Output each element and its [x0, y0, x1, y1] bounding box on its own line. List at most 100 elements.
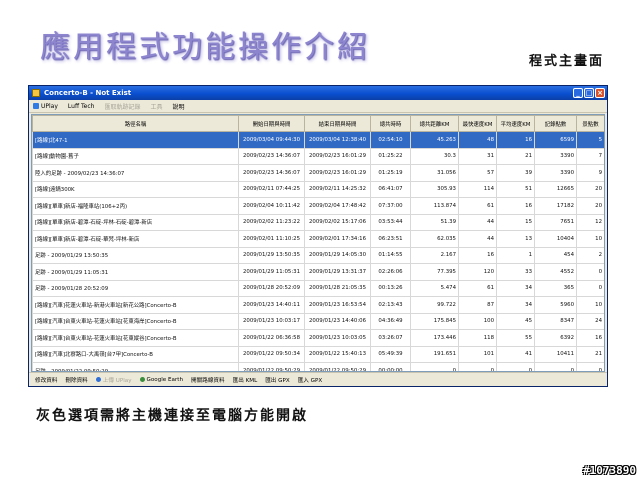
column-header[interactable]: 記錄點數 [534, 115, 577, 132]
table-cell: 20 [576, 197, 604, 215]
table-cell: 03:53:44 [370, 213, 411, 231]
table-cell: 113.874 [410, 197, 459, 215]
uplay-icon [33, 103, 39, 109]
column-header[interactable]: 開始日期與時間 [238, 115, 305, 132]
table-cell: 2009/01/28 21:05:35 [304, 279, 371, 297]
table-cell: 02:13:43 [370, 296, 411, 314]
table-cell: 0 [410, 362, 459, 371]
table-cell: 16 [496, 197, 535, 215]
menu-item-1[interactable]: Luff Tech [68, 103, 95, 110]
table-row[interactable]: [路線][單車]新店-碧潭-石碇-坪林-石碇-碧潭-新店 2009/02/02 1… [32, 213, 604, 231]
action-button-1[interactable]: 刪除資料 [65, 376, 87, 384]
table-cell: 00:13:26 [370, 279, 411, 297]
table-cell: 02:54:10 [370, 131, 411, 149]
table-cell: 06:41:07 [370, 180, 411, 198]
table-cell: [路線]北47-1 [32, 131, 239, 149]
table-cell: 3390 [534, 164, 577, 182]
table-cell: 31 [458, 147, 497, 165]
column-header[interactable]: 最快速度KM [458, 115, 497, 132]
menu-item-3: 工具 [150, 102, 162, 111]
table-cell: 45.263 [410, 131, 459, 149]
table-cell: 5.474 [410, 279, 459, 297]
table-row[interactable]: [路線]北47-1 2009/03/04 09:44:30 2009/03/04 1… [32, 131, 604, 149]
table-cell: 2 [576, 246, 604, 264]
column-header[interactable]: 景點數 [576, 115, 604, 132]
table-cell: 2009/02/23 14:36:07 [238, 164, 305, 182]
table-cell: 04:36:49 [370, 312, 411, 330]
table-row[interactable]: [路線]遠鍋300K 2009/02/11 07:44:25 2009/02/11 … [32, 180, 604, 198]
table-cell: 10 [576, 230, 604, 248]
table-cell: [路線][汽車]花蓮火車站-新港火車站[新花公路]Concerto-B [32, 296, 239, 314]
table-cell: 44 [458, 230, 497, 248]
table-cell: 114 [458, 180, 497, 198]
table-row[interactable]: [路線][汽車]北竂路口-大禹嶺[台7甲]Concerto-B 2009/01/2… [32, 345, 604, 363]
table-cell: [路線][汽車]台東火車站-花蓮火車站[花東縱谷]Concerto-B [32, 329, 239, 347]
column-header[interactable]: 路徑名稱 [32, 115, 239, 132]
table-cell: 2009/02/11 07:44:25 [238, 180, 305, 198]
table-cell: 2009/02/02 11:23:22 [238, 213, 305, 231]
menu-item-4[interactable]: 說明 [172, 102, 184, 111]
table-cell: 02:26:06 [370, 263, 411, 281]
action-button-7[interactable]: 匯入 GPX [298, 376, 323, 384]
table-row[interactable]: 足跡 - 2009/01/29 11:05:31 2009/01/29 11:05… [32, 263, 604, 281]
table-cell: 87 [458, 296, 497, 314]
table-cell: 16 [496, 131, 535, 149]
column-header[interactable]: 總共時時 [370, 115, 411, 132]
table-header: 路徑名稱 開始日期與時間 結束日期與時間 總共時時 總共距離KM 最快速度KM 平均速度KM… [32, 115, 604, 132]
table-cell: 4552 [534, 263, 577, 281]
table-row[interactable]: 足跡 - 2009/01/28 20:52:09 2009/01/28 20:52… [32, 279, 604, 297]
menu-item-label: Luff Tech [67, 102, 95, 110]
table-row[interactable]: [路線]動物園-舊子 2009/02/23 14:36:07 2009/02/23 … [32, 147, 604, 165]
table-cell: 51 [496, 180, 535, 198]
maximize-button[interactable]: □ [584, 88, 594, 98]
table-cell: 173.446 [410, 329, 459, 347]
table-row[interactable]: 陸入的足跡 - 2009/02/23 14:36:07 2009/02/23 14… [32, 164, 604, 182]
action-button-5[interactable]: 匯出 KML [233, 376, 258, 384]
table-cell: 118 [458, 329, 497, 347]
table-row[interactable]: [路線][汽車]台東火車站-花蓮火車站[花東海岸]Concerto-B 2009/… [32, 312, 604, 330]
table-cell: 03:26:07 [370, 329, 411, 347]
table-row[interactable]: [路線][汽車]花蓮火車站-新港火車站[新花公路]Concerto-B 2009/… [32, 296, 604, 314]
table-cell: [路線][汽車]北竂路口-大禹嶺[台7甲]Concerto-B [32, 345, 239, 363]
window-titlebar[interactable]: Concerto-B - Not Exist _ □ × [29, 86, 607, 100]
table-cell: 2009/02/23 14:36:07 [238, 147, 305, 165]
table-row[interactable]: 足跡 - 2009/01/22 09:50:29 2009/01/22 09:50… [32, 362, 604, 371]
column-header[interactable]: 平均速度KM [496, 115, 535, 132]
table-row[interactable]: [路線][單車]新店-碧潭-石碇-華梵-坪林-新店 2009/02/01 11:1… [32, 230, 604, 248]
table-cell: 8347 [534, 312, 577, 330]
action-button-6[interactable]: 匯出 GPX [265, 376, 290, 384]
table-cell: 39 [496, 164, 535, 182]
close-button[interactable]: × [595, 88, 605, 98]
menu-item-0[interactable]: UPlay [33, 103, 58, 110]
table-cell: 0 [576, 362, 604, 371]
table-cell: 5 [576, 131, 604, 149]
table-cell: 0 [534, 362, 577, 371]
action-button-0[interactable]: 修改資料 [35, 376, 57, 384]
column-header[interactable]: 結束日期與時間 [304, 115, 371, 132]
table-cell: 33 [496, 263, 535, 281]
table-cell: 34 [496, 296, 535, 314]
action-button-3[interactable]: Google Earth [139, 377, 183, 383]
table-cell: 191.651 [410, 345, 459, 363]
action-button-label: 上傳 UPlay [102, 377, 132, 384]
table-cell: 足跡 - 2009/01/22 09:50:29 [32, 362, 239, 371]
minimize-button[interactable]: _ [573, 88, 583, 98]
table-row[interactable]: [路線][單車]新店-福隆車站(106+2丙) 2009/02/04 10:11:… [32, 197, 604, 215]
action-button-label: 匯出 GPX [265, 377, 290, 384]
table-cell: 0 [496, 362, 535, 371]
table-cell: 7 [576, 147, 604, 165]
globe-icon [139, 377, 145, 382]
table-cell: 10 [576, 296, 604, 314]
table-row[interactable]: 足跡 - 2009/01/29 13:50:35 2009/01/29 13:50… [32, 246, 604, 264]
column-header[interactable]: 總共距離KM [410, 115, 459, 132]
image-watermark: #1073890 [583, 464, 636, 477]
table-cell: 2009/01/28 20:52:09 [238, 279, 305, 297]
table-row[interactable]: [路線][汽車]台東火車站-花蓮火車站[花東縱谷]Concerto-B 2009/… [32, 329, 604, 347]
table-cell: 0 [576, 279, 604, 297]
table-cell: 07:37:00 [370, 197, 411, 215]
table-cell: 2009/03/04 09:44:30 [238, 131, 305, 149]
table-cell: 21 [576, 345, 604, 363]
table-cell: 2.167 [410, 246, 459, 264]
action-button-label: 刪除資料 [65, 377, 88, 384]
action-button-4[interactable]: 開關路線資料 [191, 376, 225, 384]
